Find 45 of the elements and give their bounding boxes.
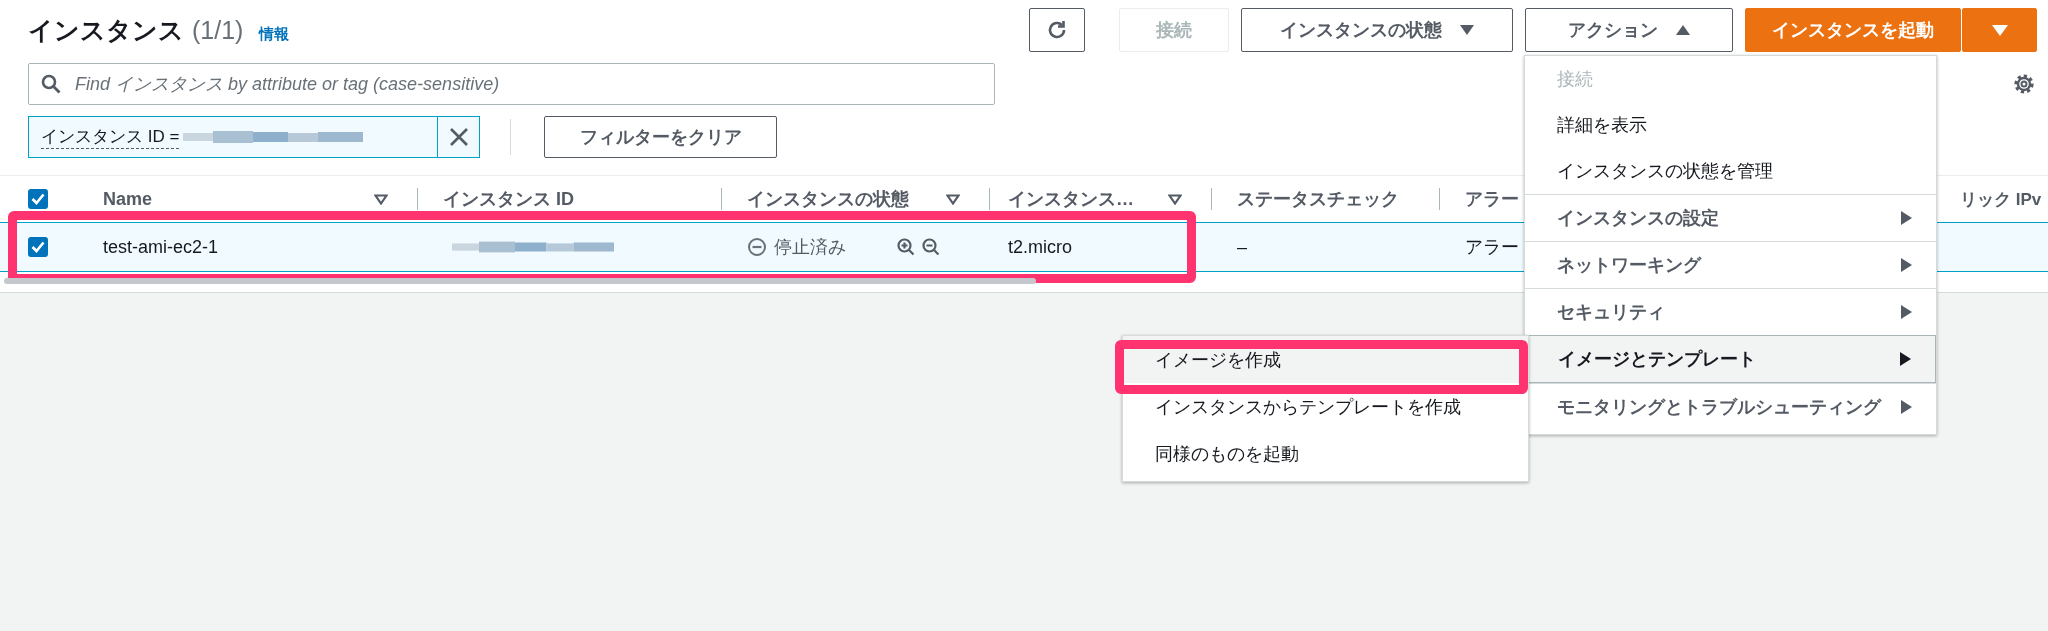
menu-item[interactable]: インスタンスの状態を管理 (1525, 148, 1936, 194)
refresh-button[interactable] (1029, 8, 1085, 52)
dropdown-button[interactable]: アクション (1525, 8, 1733, 52)
dropdown-button[interactable]: インスタンスの状態 (1241, 8, 1513, 52)
instance-state: 停止済み (774, 236, 846, 259)
column-header[interactable]: インスタンス… (1008, 185, 1182, 213)
caret-icon (1676, 25, 1690, 35)
menu-item[interactable]: インスタンスの設定 (1525, 194, 1936, 241)
column-header[interactable]: アラー (1465, 185, 1519, 213)
zoom-in-icon[interactable] (897, 238, 915, 256)
search-field[interactable]: Find インスタンス by attribute or tag (case-sensitive) (28, 63, 995, 105)
caret-icon (1991, 24, 2008, 36)
sort-icon (1168, 193, 1182, 205)
alarm-status: アラー (1465, 236, 1519, 259)
column-header[interactable]: インスタンスの状態 (747, 185, 960, 213)
filter-token[interactable]: インスタンス ID = (28, 116, 480, 158)
stopped-icon (747, 237, 767, 257)
filter-label: インスタンス ID = (41, 125, 180, 149)
sort-icon (374, 193, 388, 205)
column-header[interactable]: Name (103, 185, 388, 213)
clear-filters-button[interactable]: フィルターをクリア (544, 116, 777, 158)
refresh-icon (1046, 19, 1068, 41)
info-link[interactable]: 情報 (259, 24, 290, 44)
column-header[interactable]: リック IPv (1960, 185, 2042, 213)
row-checkbox[interactable] (28, 237, 48, 257)
search-input[interactable]: Find インスタンス by attribute or tag (case-sensitive) (73, 72, 982, 96)
close-icon (449, 128, 468, 146)
settings-icon[interactable] (2011, 71, 2037, 97)
select-all-checkbox[interactable] (28, 189, 48, 209)
scrollbar[interactable] (4, 278, 1036, 284)
instance-count: (1/1) (192, 15, 244, 45)
column-header[interactable]: ステータスチェック (1237, 185, 1410, 213)
menu-item[interactable]: ネットワーキング (1525, 241, 1936, 288)
page-title: インスタンス (28, 14, 184, 46)
caret-icon (1460, 25, 1474, 35)
launch-options-button[interactable] (1962, 8, 2037, 52)
zoom-out-icon[interactable] (922, 238, 940, 256)
instance-type: t2.micro (1008, 236, 1072, 258)
menu-item[interactable]: 詳細を表示 (1525, 102, 1936, 148)
search-icon (41, 74, 61, 94)
status-check: – (1237, 236, 1247, 258)
instance-name: test-ami-ec2-1 (103, 236, 219, 258)
sort-icon (946, 193, 960, 205)
menu-item[interactable]: 同様のものを起動 (1123, 430, 1528, 477)
column-header[interactable]: インスタンス ID (443, 185, 692, 213)
